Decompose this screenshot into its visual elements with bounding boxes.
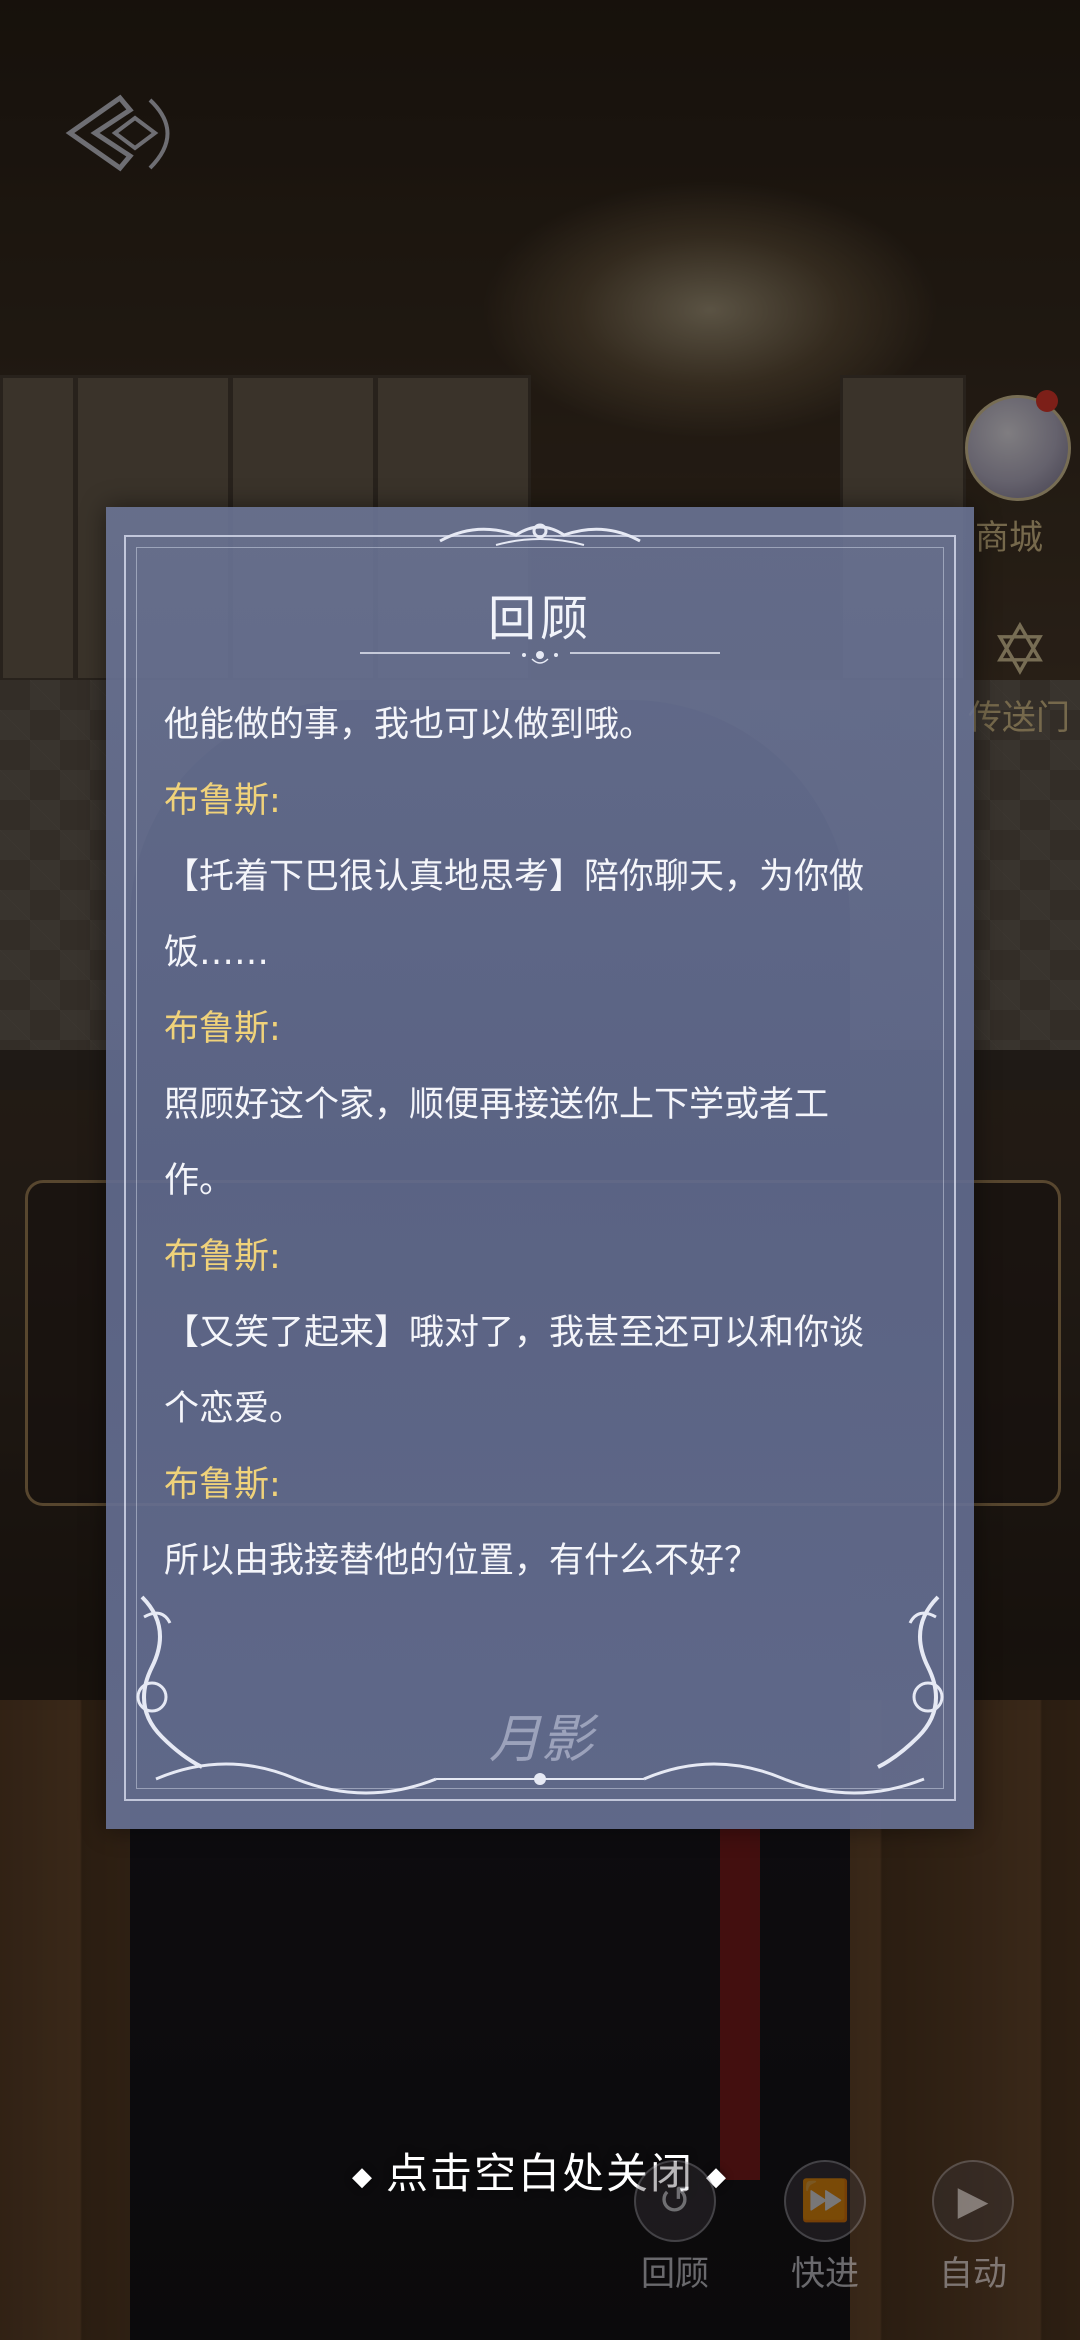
fast-forward-button[interactable]: ⏩ 快进 <box>770 2160 880 2295</box>
log-line: 【又笑了起来】哦对了，我甚至还可以和你谈 <box>164 1313 865 1353</box>
log-line: 【托着下巴很认真地思考】陪你聊天，为你做 <box>164 857 865 897</box>
game-logo-watermark: 月影 <box>488 1710 593 1770</box>
log-line: 饭…… <box>164 933 270 973</box>
log-line: 个恋爱。 <box>164 1389 305 1429</box>
speaker-name: 布鲁斯: <box>164 1009 281 1049</box>
top-ornament-icon <box>439 523 641 546</box>
speaker-name: 布鲁斯: <box>164 781 281 821</box>
review-panel: 回顾 他能做的事，我也可以做到哦。 布鲁斯: 【托着下巴很认真地思考】陪你聊天，… <box>106 507 974 1829</box>
diamond-icon: ◆ <box>351 2161 374 2192</box>
log-line: 所以由我接替他的位置，有什么不好？ <box>164 1541 760 1581</box>
title-divider-icon <box>360 651 720 664</box>
review-log[interactable]: 他能做的事，我也可以做到哦。 布鲁斯: 【托着下巴很认真地思考】陪你聊天，为你做… <box>164 687 924 1599</box>
auto-button[interactable]: ▶ 自动 <box>918 2160 1028 2295</box>
review-label: 回顾 <box>641 2254 709 2294</box>
review-icon: ↺ <box>634 2160 716 2242</box>
log-line: 他能做的事，我也可以做到哦。 <box>164 705 655 745</box>
fast-forward-icon: ⏩ <box>784 2160 866 2242</box>
fast-forward-label: 快进 <box>791 2254 859 2294</box>
log-line: 作。 <box>164 1161 235 1201</box>
play-icon: ▶ <box>932 2160 1014 2242</box>
speaker-name: 布鲁斯: <box>164 1465 281 1505</box>
review-button[interactable]: ↺ 回顾 <box>620 2160 730 2295</box>
log-line: 照顾好这个家，顺便再接送你上下学或者工 <box>164 1085 830 1125</box>
auto-label: 自动 <box>939 2254 1007 2294</box>
speaker-name: 布鲁斯: <box>164 1237 281 1277</box>
panel-title: 回顾 <box>487 591 592 647</box>
